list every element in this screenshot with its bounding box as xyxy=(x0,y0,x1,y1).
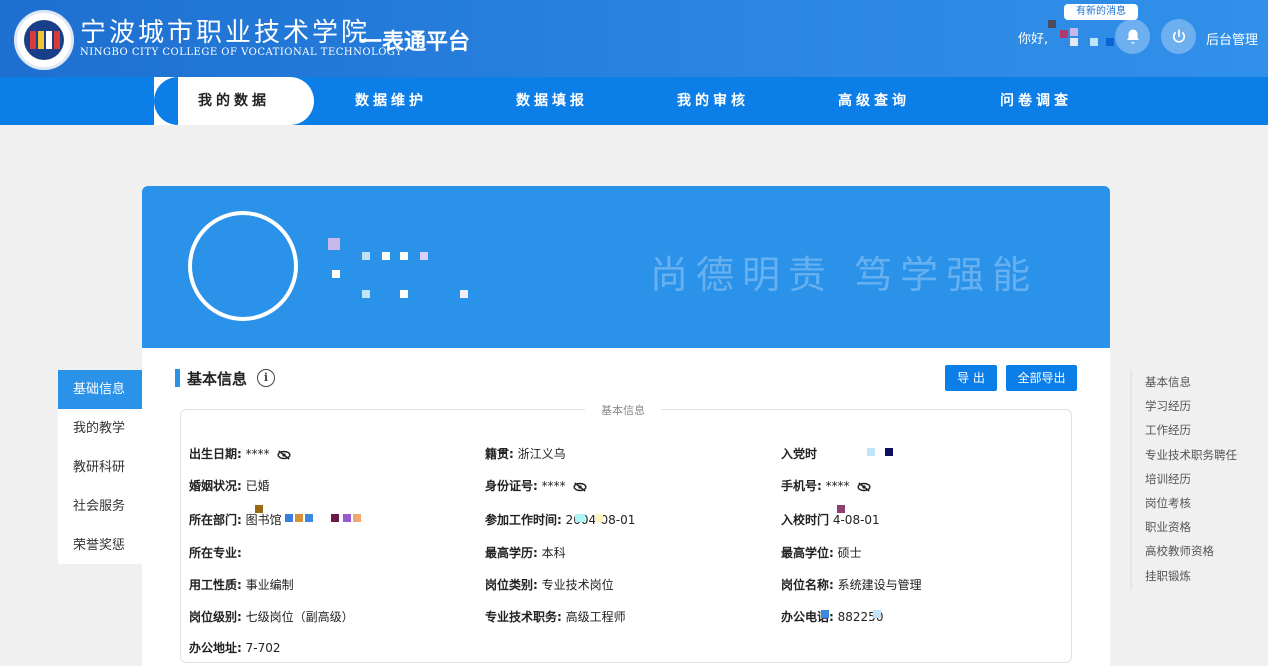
redacted-pixel xyxy=(1106,38,1114,46)
info-icon[interactable]: i xyxy=(257,369,276,387)
field-major: 所在专业: xyxy=(189,546,242,560)
field-employment-type: 用工性质: 事业编制 xyxy=(189,578,294,592)
redacted-pixel xyxy=(295,514,303,522)
redacted-pixel xyxy=(873,610,881,618)
field-position-category: 岗位类别: 专业技术岗位 xyxy=(485,578,614,592)
redacted-pixel xyxy=(575,514,585,522)
anchor-education-history[interactable]: 学习经历 xyxy=(1132,394,1268,418)
redacted-pixel xyxy=(1060,30,1068,38)
anchor-assessment[interactable]: 岗位考核 xyxy=(1132,491,1268,515)
field-marital-status: 婚姻状况: 已婚 xyxy=(189,479,270,493)
field-office-phone: 办公电话: 882250 xyxy=(781,610,884,624)
section-anchor-nav: 基本信息 学习经历 工作经历 专业技术职务聘任 培训经历 岗位考核 职业资格 高… xyxy=(1130,370,1268,590)
admin-link[interactable]: 后台管理 xyxy=(1206,29,1258,48)
section-header: 基本信息 i xyxy=(175,368,276,388)
field-office-address: 办公地址: 7-702 xyxy=(189,641,281,655)
school-name-cn: 宁波城市职业技术学院 xyxy=(80,18,371,48)
nav-my-data[interactable]: 我的数据 xyxy=(154,77,314,125)
school-motto: 尚德明责 笃学强能 xyxy=(650,253,1039,297)
anchor-basic-info[interactable]: 基本信息 xyxy=(1132,370,1268,394)
school-name-en: NINGBO CITY COLLEGE OF VOCATIONAL TECHNO… xyxy=(80,47,403,58)
anchor-qualification[interactable]: 职业资格 xyxy=(1132,515,1268,539)
top-header: 宁波城市职业技术学院 NINGBO CITY COLLEGE OF VOCATI… xyxy=(0,0,1268,77)
redacted-pixel xyxy=(400,290,408,298)
field-professional-title: 专业技术职务: 高级工程师 xyxy=(485,610,626,624)
profile-banner: 尚德明责 笃学强能 xyxy=(142,186,1110,348)
redacted-pixel xyxy=(331,514,339,522)
anchor-teacher-qualification[interactable]: 高校教师资格 xyxy=(1132,539,1268,563)
power-icon xyxy=(1172,28,1185,43)
nav-data-fill[interactable]: 数据填报 xyxy=(492,77,612,125)
section-title: 基本信息 xyxy=(187,369,248,388)
notification-button[interactable] xyxy=(1115,19,1150,54)
anchor-secondment[interactable]: 挂职锻炼 xyxy=(1132,564,1268,588)
nav-survey[interactable]: 问卷调查 xyxy=(976,77,1096,125)
eye-slash-icon[interactable] xyxy=(857,481,872,492)
export-button[interactable]: 导 出 xyxy=(945,365,997,391)
eye-slash-icon[interactable] xyxy=(277,449,292,460)
field-party-date: 入党时 xyxy=(781,447,818,461)
bell-icon xyxy=(1126,29,1139,44)
left-menu-basic-info[interactable]: 基础信息 xyxy=(58,370,142,409)
new-message-badge[interactable]: 有新的消息 xyxy=(1064,4,1138,20)
redacted-pixel xyxy=(885,448,893,456)
redacted-pixel xyxy=(420,252,428,260)
basic-info-card: 基本信息 i 导 出 全部导出 基本信息 出生日期: **** 籍贯: 浙江义乌… xyxy=(142,348,1110,666)
left-menu-research[interactable]: 教研科研 xyxy=(58,448,142,487)
redacted-pixel xyxy=(328,238,340,250)
nav-my-review[interactable]: 我的审核 xyxy=(653,77,773,125)
redacted-pixel xyxy=(837,505,845,513)
platform-title: 一表通平台 xyxy=(360,30,471,55)
field-native-place: 籍贯: 浙江义乌 xyxy=(485,447,566,461)
fieldset-legend: 基本信息 xyxy=(585,402,661,418)
eye-slash-icon[interactable] xyxy=(573,481,588,492)
field-department: 所在部门: 图书馆 xyxy=(189,513,282,527)
redacted-pixel xyxy=(343,514,351,522)
field-work-start-date: 参加工作时间: 2004-08-01 xyxy=(485,513,635,527)
left-menu-social-service[interactable]: 社会服务 xyxy=(58,487,142,526)
nav-data-maintenance[interactable]: 数据维护 xyxy=(331,77,451,125)
redacted-pixel xyxy=(1048,20,1056,28)
redacted-pixel xyxy=(362,252,370,260)
redacted-pixel xyxy=(867,448,875,456)
field-highest-education: 最高学历: 本科 xyxy=(485,546,566,560)
redacted-pixel xyxy=(255,505,263,513)
main-nav: 我的数据 数据维护 数据填报 我的审核 高级查询 问卷调查 xyxy=(0,77,1268,125)
field-birth-date: 出生日期: **** xyxy=(189,445,292,462)
anchor-professional-title[interactable]: 专业技术职务聘任 xyxy=(1132,443,1268,467)
left-menu: 基础信息 我的教学 教研科研 社会服务 荣誉奖惩 xyxy=(58,370,142,564)
logout-button[interactable] xyxy=(1161,19,1196,54)
left-menu-teaching[interactable]: 我的教学 xyxy=(58,409,142,448)
field-id-number: 身份证号: **** xyxy=(485,477,588,494)
redacted-pixel xyxy=(305,514,313,522)
field-position-level: 岗位级别: 七级岗位（副高级） xyxy=(189,610,354,624)
field-join-school-date: 入校时门 4-08-01 xyxy=(781,513,880,527)
redacted-pixel xyxy=(353,514,361,522)
field-highest-degree: 最高学位: 硕士 xyxy=(781,546,862,560)
basic-info-fieldset: 基本信息 出生日期: **** 籍贯: 浙江义乌 入党时 婚姻状况: 已婚 身份… xyxy=(180,402,1072,663)
redacted-pixel xyxy=(595,514,603,522)
nav-advanced-search[interactable]: 高级查询 xyxy=(814,77,934,125)
redacted-pixel xyxy=(400,252,408,260)
redacted-pixel xyxy=(460,290,468,298)
redacted-pixel xyxy=(382,252,390,260)
field-phone: 手机号: **** xyxy=(781,477,872,494)
anchor-training[interactable]: 培训经历 xyxy=(1132,467,1268,491)
redacted-pixel xyxy=(332,270,340,278)
redacted-pixel xyxy=(362,290,370,298)
redacted-pixel xyxy=(1090,38,1098,46)
section-accent-bar xyxy=(175,369,180,387)
avatar[interactable] xyxy=(188,211,298,321)
greeting-text: 你好, xyxy=(1018,32,1049,47)
field-position-name: 岗位名称: 系统建设与管理 xyxy=(781,578,922,592)
redacted-pixel xyxy=(1070,38,1078,46)
redacted-pixel xyxy=(821,610,829,618)
export-all-button[interactable]: 全部导出 xyxy=(1006,365,1077,391)
anchor-work-history[interactable]: 工作经历 xyxy=(1132,418,1268,442)
school-logo xyxy=(14,10,74,70)
redacted-pixel xyxy=(285,514,293,522)
left-menu-honors[interactable]: 荣誉奖惩 xyxy=(58,526,142,565)
redacted-pixel xyxy=(1070,28,1078,36)
